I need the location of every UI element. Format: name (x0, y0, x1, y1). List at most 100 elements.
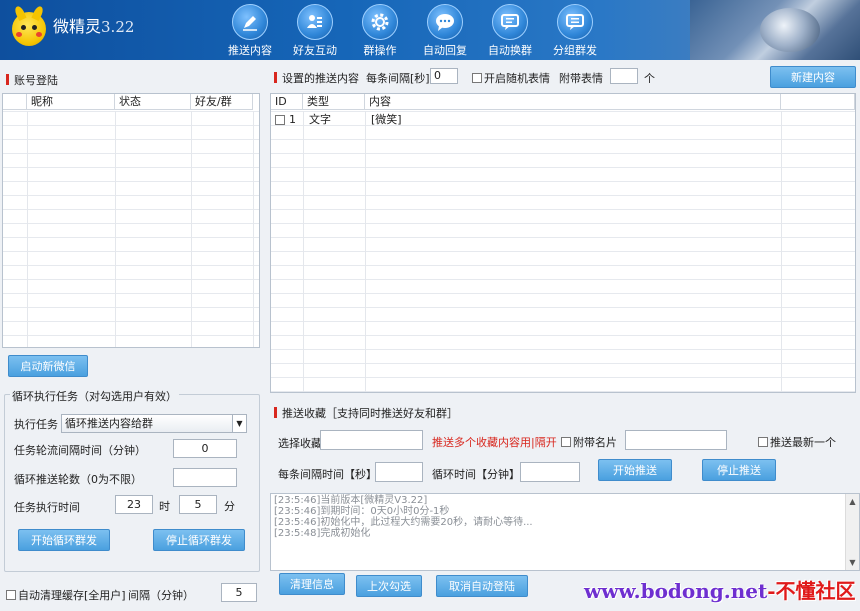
random-emoji-checkbox[interactable]: 开启随机表情 (472, 70, 550, 86)
start-loop-button[interactable]: 开始循环群发 (18, 529, 110, 551)
loop-task-title: 循环执行任务（对勾选用户有效） (10, 388, 179, 404)
message-swap-icon (501, 14, 519, 30)
watermark-community: -不懂社区 (767, 579, 856, 603)
checkbox[interactable] (6, 590, 16, 600)
account-grid (3, 111, 259, 347)
push-latest-checkbox[interactable]: 推送最新一个 (758, 434, 836, 450)
attach-emoji-label: 附带表情 (559, 72, 603, 85)
last-check-button[interactable]: 上次勾选 (356, 575, 422, 597)
push-col-id[interactable]: ID (271, 94, 303, 110)
push-col-type[interactable]: 类型 (303, 94, 365, 110)
auto-clean-label: 自动清理缓存[全用户] (18, 589, 126, 602)
push-col-extra (781, 94, 855, 110)
log-line: [23:5:46]到期时间：0天0小时0分-1秒 (274, 506, 450, 517)
nav-group-ops[interactable]: 群操作 (349, 4, 411, 58)
section-marker (274, 72, 277, 83)
attach-emoji-unit: 个 (644, 72, 655, 85)
task-select-value: 循环推送内容给群 (65, 417, 153, 430)
push-latest-label: 推送最新一个 (770, 436, 836, 449)
attach-card-label: 附带名片 (573, 436, 617, 449)
account-col-nickname[interactable]: 昵称 (27, 94, 115, 110)
watermark-url: www.bodong.net (584, 579, 768, 603)
minute-unit: 分 (224, 500, 235, 513)
scroll-down-icon[interactable]: ▼ (848, 558, 857, 567)
push-collect-title: 推送收藏［支持同时推送好友和群］ (274, 405, 458, 421)
account-col-check (3, 94, 27, 110)
loop-time-label: 循环时间【分钟】 (432, 468, 520, 481)
nav-auto-reply[interactable]: 自动回复 (414, 4, 476, 58)
loop-time-input[interactable] (520, 462, 580, 482)
nav-friend-interact[interactable]: 好友互动 (284, 4, 346, 58)
nav-label: 好友互动 (293, 44, 337, 57)
push-content-table[interactable]: ID 类型 内容 1 文字 [微笑] (270, 93, 856, 393)
log-line: [23:5:48]完成初始化 (274, 528, 371, 539)
app-title: 微精灵3.22 (53, 13, 134, 37)
nav-auto-switch-group[interactable]: 自动换群 (479, 4, 541, 58)
clear-info-button[interactable]: 清理信息 (279, 573, 345, 595)
new-content-button[interactable]: 新建内容 (770, 66, 856, 88)
nav-label: 自动回复 (423, 44, 467, 57)
hour-unit: 时 (159, 500, 170, 513)
checkbox[interactable] (758, 437, 768, 447)
push-content-title: 设置的推送内容 (274, 70, 359, 86)
users-icon (307, 15, 322, 28)
cancel-auto-login-button[interactable]: 取消自动登陆 (436, 575, 528, 597)
account-col-status[interactable]: 状态 (115, 94, 191, 110)
app-version: 3.22 (101, 18, 135, 36)
pen-icon (243, 16, 257, 31)
card-input[interactable] (625, 430, 727, 450)
select-collect-label: 选择收藏 (278, 437, 322, 450)
row-type: 文字 (309, 113, 331, 126)
interval-label: 任务轮流间隔时间（分钟） (14, 444, 146, 457)
minute-input[interactable]: 5 (179, 495, 217, 514)
row-checkbox[interactable] (275, 115, 285, 125)
log-panel[interactable]: [23:5:46]当前版本[微精灵V3.22] [23:5:46]到期时间：0天… (270, 493, 860, 571)
task-select[interactable]: 循环推送内容给群 ▼ (61, 414, 247, 433)
checkbox[interactable] (561, 437, 571, 447)
nav-label: 群操作 (363, 44, 397, 57)
row-content: [微笑] (371, 113, 402, 126)
hour-input[interactable]: 23 (115, 495, 153, 514)
gear-icon (371, 13, 389, 31)
auto-clean-interval-input[interactable]: 5 (221, 583, 257, 602)
stop-push-button[interactable]: 停止推送 (702, 459, 776, 481)
each-interval-seconds-label: 每条间隔时间【秒】 (278, 468, 377, 481)
account-section-title: 账号登陆 (6, 72, 58, 88)
section-marker (274, 407, 277, 418)
exec-time-label: 任务执行时间 (14, 501, 80, 514)
rounds-input[interactable] (173, 468, 237, 487)
attach-card-checkbox[interactable]: 附带名片 (561, 434, 617, 450)
nav-label: 分组群发 (553, 44, 597, 57)
checkbox[interactable] (472, 73, 482, 83)
log-scrollbar[interactable]: ▲ ▼ (845, 494, 859, 570)
chat-icon (436, 14, 454, 31)
select-collect-input[interactable] (320, 430, 423, 450)
nav-push-content[interactable]: 推送内容 (219, 4, 281, 58)
account-title-text: 账号登陆 (14, 74, 58, 87)
log-line: [23:5:46]初始化中，此过程大约需要20秒，请耐心等待... (274, 517, 533, 528)
push-col-content[interactable]: 内容 (365, 94, 781, 110)
interval-input[interactable]: 0 (173, 439, 237, 458)
rounds-label: 循环推送轮数（0为不限） (14, 473, 142, 486)
message-group-icon (566, 14, 584, 30)
launch-wechat-button[interactable]: 启动新微信 (8, 355, 88, 377)
account-table[interactable]: 昵称 状态 好友/群 (2, 93, 260, 348)
auto-clean-checkbox[interactable]: 自动清理缓存[全用户] (6, 587, 126, 603)
account-col-friends-groups[interactable]: 好友/群 (191, 94, 253, 110)
chevron-down-icon[interactable]: ▼ (232, 415, 246, 432)
push-grid (271, 111, 855, 392)
stop-loop-button[interactable]: 停止循环群发 (153, 529, 245, 551)
section-marker (6, 74, 9, 85)
start-push-button[interactable]: 开始推送 (598, 459, 672, 481)
attach-emoji-input[interactable] (610, 68, 638, 84)
scroll-up-icon[interactable]: ▲ (848, 497, 857, 506)
row-id: 1 (289, 113, 296, 126)
nav-group-broadcast[interactable]: 分组群发 (544, 4, 606, 58)
each-interval-seconds-input[interactable] (375, 462, 423, 482)
table-row[interactable]: 1 文字 [微笑] (271, 113, 855, 127)
push-content-title-text: 设置的推送内容 (282, 72, 359, 85)
each-interval-input[interactable]: 0 (430, 68, 458, 84)
banner-satellite-image (760, 8, 820, 52)
multi-collect-hint: 推送多个收藏内容用|隔开 (432, 436, 557, 449)
each-interval-label: 每条间隔[秒] (366, 72, 430, 85)
